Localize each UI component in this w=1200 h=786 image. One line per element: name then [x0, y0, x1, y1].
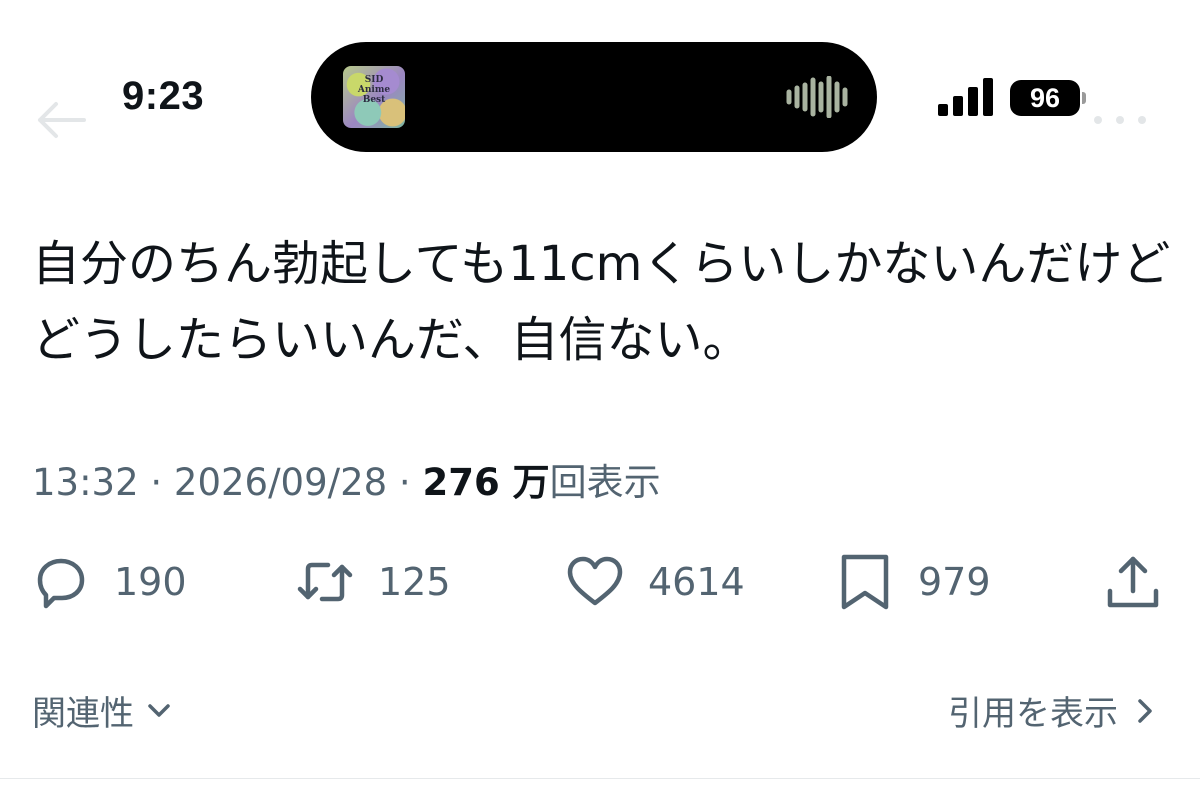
album-art-line: Anime	[357, 85, 391, 95]
status-time: 9:23	[122, 74, 205, 118]
retweet-icon	[297, 562, 353, 602]
chevron-down-icon	[148, 703, 170, 717]
view-quotes-button[interactable]: 引用を表示	[948, 686, 1162, 735]
heart-icon	[567, 556, 623, 606]
sort-label: 関連性	[32, 694, 134, 734]
views-count: 276 万	[422, 461, 550, 504]
battery-nub	[1082, 92, 1086, 104]
bookmark-count: 979	[918, 560, 991, 604]
dynamic-island[interactable]: SID Anime Best	[311, 42, 877, 152]
views-label: 回表示	[549, 461, 661, 504]
reply-count: 190	[114, 560, 187, 604]
more-options-icon[interactable]	[1090, 114, 1150, 126]
like-count: 4614	[648, 560, 745, 604]
tweet-detail-screen: 9:23 SID Anime Best 96 自分のちん勃起しても11cmくらい…	[0, 0, 1200, 786]
tweet-text: 自分のちん勃起しても11cmくらいしかないんだけどどうしたらいいんだ、自信ない。	[32, 236, 1171, 368]
chevron-right-icon	[1138, 698, 1152, 723]
reply-icon	[37, 558, 85, 609]
retweet-button[interactable]: 125	[294, 552, 451, 612]
retweet-count: 125	[378, 560, 451, 604]
tweet-timestamp[interactable]: 13:32 · 2026/09/28 ·	[32, 461, 422, 504]
cellular-signal-icon	[938, 78, 993, 116]
divider	[0, 778, 1200, 779]
back-arrow-icon[interactable]	[34, 100, 86, 140]
share-button[interactable]	[1102, 552, 1164, 612]
share-icon	[1107, 556, 1159, 608]
audio-waveform-icon	[786, 76, 848, 118]
bookmark-button[interactable]: 979	[834, 552, 991, 612]
bookmark-icon	[841, 554, 889, 610]
album-art-line: Best	[362, 95, 386, 105]
tweet-meta: 13:32 · 2026/09/28 · 276 万回表示	[32, 452, 661, 506]
album-art: SID Anime Best	[343, 66, 405, 128]
album-art-line: SID	[364, 75, 384, 85]
battery-indicator: 96	[1010, 80, 1080, 116]
reply-button[interactable]: 190	[30, 552, 187, 612]
like-button[interactable]: 4614	[564, 552, 745, 612]
quotes-label: 引用を表示	[948, 694, 1118, 734]
sort-relevance-button[interactable]: 関連性	[32, 686, 176, 735]
